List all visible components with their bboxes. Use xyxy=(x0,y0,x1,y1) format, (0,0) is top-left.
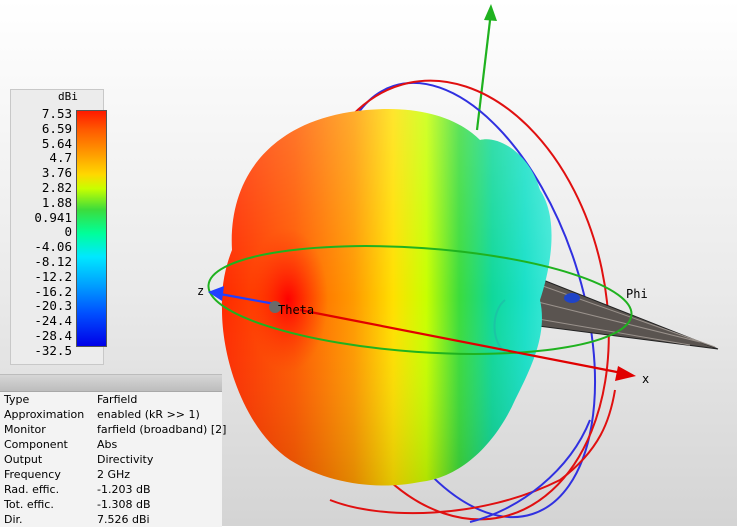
legend-tick: 5.64 xyxy=(41,136,72,151)
info-value: -1.203 dB xyxy=(97,483,151,496)
legend-tick: -28.4 xyxy=(34,328,72,343)
info-key: Dir. xyxy=(4,513,23,526)
info-key: Tot. effic. xyxy=(4,498,54,511)
info-key: Monitor xyxy=(4,423,46,436)
info-value: farfield (broadband) [2] xyxy=(97,423,227,436)
info-key: Frequency xyxy=(4,468,61,481)
info-value: Directivity xyxy=(97,453,154,466)
legend-tick: 7.53 xyxy=(41,106,72,121)
color-legend: dBi 7.53 6.59 5.64 4.7 3.76 2.82 1.88 0.… xyxy=(10,89,107,365)
legend-tick: -24.4 xyxy=(34,313,72,328)
legend-tick: 2.82 xyxy=(41,180,72,195)
legend-tick: -8.12 xyxy=(34,254,72,269)
phi-marker xyxy=(564,293,580,303)
z-axis-label: z xyxy=(197,284,204,298)
legend-tick: 3.76 xyxy=(41,165,72,180)
info-value: Farfield xyxy=(97,393,138,406)
legend-tick: -12.2 xyxy=(34,269,72,284)
farfield-info-panel: Type Farfield Approximation enabled (kR … xyxy=(0,374,226,527)
legend-unit: dBi xyxy=(58,90,78,103)
legend-tick: 6.59 xyxy=(41,121,72,136)
legend-tick: -20.3 xyxy=(34,298,72,313)
info-value: 2 GHz xyxy=(97,468,131,481)
legend-tick: -4.06 xyxy=(34,239,72,254)
info-panel-header xyxy=(0,375,222,392)
info-value: 7.526 dBi xyxy=(97,513,150,526)
y-axis-line xyxy=(475,11,493,131)
legend-color-bar xyxy=(76,110,107,347)
z-axis-arrow xyxy=(208,286,224,301)
legend-tick: 4.7 xyxy=(49,150,72,165)
legend-tick: -32.5 xyxy=(34,343,72,358)
phi-label: Phi xyxy=(626,287,648,301)
legend-tick: -16.2 xyxy=(34,284,72,299)
x-axis-label: x xyxy=(642,372,649,386)
theta-label: Theta xyxy=(278,303,314,317)
info-key: Type xyxy=(4,393,30,406)
x-axis-arrow xyxy=(615,366,636,381)
legend-tick: 0 xyxy=(64,224,72,239)
legend-tick: 1.88 xyxy=(41,195,72,210)
y-axis-arrow xyxy=(484,4,497,21)
info-key: Component xyxy=(4,438,68,451)
legend-tick: 0.941 xyxy=(34,210,72,225)
info-value: -1.308 dB xyxy=(97,498,151,511)
info-key: Approximation xyxy=(4,408,85,421)
info-key: Rad. effic. xyxy=(4,483,60,496)
info-value: Abs xyxy=(97,438,118,451)
info-key: Output xyxy=(4,453,43,466)
info-value: enabled (kR >> 1) xyxy=(97,408,200,421)
farfield-pattern xyxy=(221,109,552,486)
